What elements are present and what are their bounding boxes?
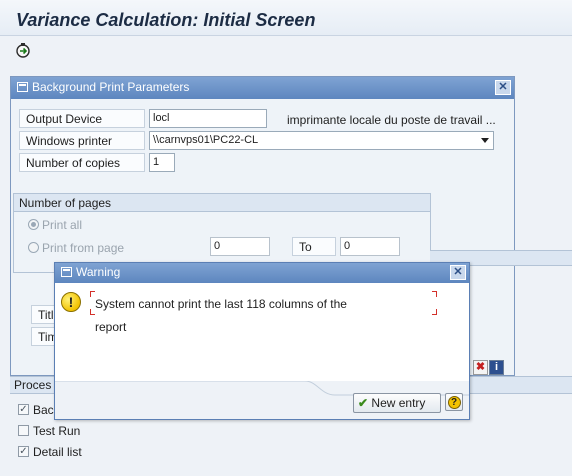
bracket-icon [432,291,437,297]
info-icon[interactable]: i [489,360,504,375]
warning-message-line-1: System cannot print the last 118 columns… [95,297,347,311]
chevron-down-icon[interactable] [481,138,489,143]
copies-label: Number of copies [19,153,145,172]
checkmark-icon: ✔ [358,396,369,410]
print-from-radio[interactable] [28,242,39,253]
output-device-input[interactable]: locl [149,109,267,128]
test-run-checkbox[interactable] [18,425,29,436]
to-label: To [292,237,336,256]
background-checkbox-label: Bac [33,403,54,417]
process-header-label: Proces [14,378,52,392]
warning-body: ! System cannot print the last 118 colum… [55,283,469,381]
windows-printer-label: Windows printer [19,131,145,150]
detail-list-checkbox-label: Detail list [33,445,82,459]
windows-printer-value: \\carnvps01\PC22-CL [153,134,259,146]
output-device-description: imprimante locale du poste de travail ..… [287,113,496,127]
dialog-titlebar: Background Print Parameters ✕ [11,77,514,99]
dialog-title: Background Print Parameters [32,80,190,94]
print-all-label: Print all [42,218,83,232]
execute-icon[interactable] [14,41,32,59]
pages-group: Number of pages Print all Print from pag… [13,193,431,273]
from-page-input[interactable]: 0 [210,237,270,256]
warning-dialog: Warning ✕ ! System cannot print the last… [54,262,470,420]
new-entry-button[interactable]: ✔ New entry [353,393,441,413]
new-entry-label: New entry [371,396,426,410]
help-button[interactable]: ? [445,393,463,411]
windows-printer-select[interactable]: \\carnvps01\PC22-CL [149,131,494,150]
cancel-icon[interactable]: ✖ [473,360,488,375]
background-checkbox[interactable]: ✓ [18,404,29,415]
to-page-input[interactable]: 0 [340,237,400,256]
warning-titlebar: Warning ✕ [55,263,469,283]
copies-input[interactable]: 1 [149,153,175,172]
page-title: Variance Calculation: Initial Screen [0,0,572,36]
detail-list-checkbox[interactable]: ✓ [18,446,29,457]
test-run-checkbox-label: Test Run [33,424,81,438]
window-icon [61,267,72,277]
warning-footer: ✔ New entry ? [55,381,469,419]
output-device-label: Output Device [19,109,145,128]
print-from-label: Print from page [42,241,125,255]
help-icon: ? [447,396,461,409]
bracket-icon [432,309,437,315]
close-icon[interactable]: ✕ [495,80,511,95]
print-all-radio[interactable] [28,219,39,230]
warning-message-line-2: report [95,320,127,334]
exclamation-icon: ! [61,292,81,312]
window-icon [17,82,28,92]
app-toolbar [0,37,572,65]
close-icon[interactable]: ✕ [450,265,466,280]
pages-group-title: Number of pages [14,194,430,212]
warning-title: Warning [76,265,121,279]
